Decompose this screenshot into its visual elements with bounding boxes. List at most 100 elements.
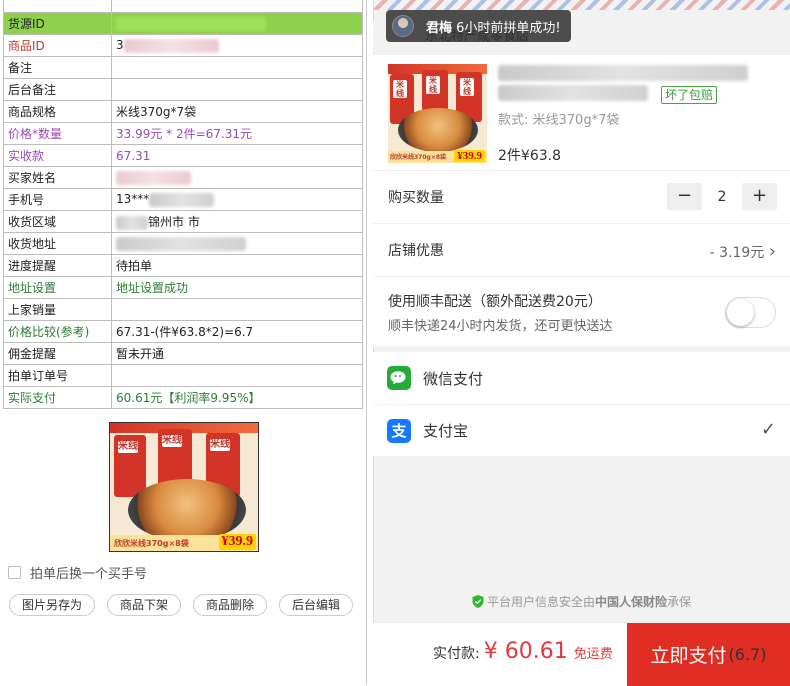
change-buyer-label: 拍单后换一个买手号 (30, 567, 148, 582)
row-key: 商品ID (3, 34, 112, 57)
panel-divider (366, 0, 373, 685)
row-key: 进度提醒 (3, 254, 112, 277)
change-buyer-checkbox[interactable] (8, 566, 21, 579)
shield-icon (472, 595, 484, 611)
table-row: 货源ID (3, 12, 363, 35)
table-row (3, 0, 363, 13)
row-value-text: 60.61元【利润率9.95%】 (116, 391, 261, 405)
guarantee-tag: 坏了包赔 (661, 86, 718, 104)
row-value (111, 298, 363, 321)
shop-discount-row[interactable]: 店铺优惠 - 3.19元 › (373, 223, 790, 276)
delist-product-button[interactable]: 商品下架 (107, 594, 182, 616)
insurer-name: 中国人保财险 (594, 595, 667, 609)
row-key: 地址设置 (3, 276, 112, 299)
shunfeng-row: 使用顺丰配送（额外配送费20元） 顺丰快递24小时内发货，还可更快送达 (373, 276, 790, 346)
group-buy-toast: 君梅 6小时前拼单成功! (386, 10, 571, 42)
alipay-icon: 支 (387, 418, 411, 443)
secure-suffix: 承保 (667, 595, 692, 609)
free-shipping: 免运费 (573, 647, 613, 662)
bag-label: 米线 (426, 76, 440, 94)
bag-label: 米线 (460, 78, 474, 96)
edit-backend-button[interactable]: 后台编辑 (279, 594, 354, 616)
table-row: 收货地址 (3, 232, 363, 255)
pay-now-button[interactable]: 立即支付 (6.7) (627, 623, 790, 686)
bag-label: 米线 (210, 439, 230, 451)
row-value (111, 166, 363, 189)
table-row: 备注 (3, 56, 363, 79)
row-key: 货源ID (3, 12, 112, 35)
security-note: 平台用户信息安全由中国人保财险承保 (373, 593, 790, 611)
pay-extra: (6.7) (728, 645, 767, 664)
row-value-text: 13*** (116, 192, 150, 207)
product-row: 米线 米线 米线 欣欣米线370g×8袋 ¥39.9 坏了包赔 款式: 米线37… (373, 55, 790, 170)
discount-label: 店铺优惠 (388, 243, 444, 259)
quantity-stepper: − 2 + (667, 183, 777, 210)
check-icon: ✓ (760, 419, 776, 440)
row-value-text: 米线370g*7袋 (116, 105, 197, 119)
row-key: 后台备注 (3, 78, 112, 101)
table-row: 拍单订单号 (3, 364, 363, 387)
row-value: 33.99元 * 2件=67.31元 (111, 122, 363, 145)
wechat-pay-option[interactable]: 微信支付 (373, 352, 790, 404)
table-row: 收货区域 锦州市 市 (3, 210, 363, 233)
pay-now-label: 立即支付 (650, 645, 727, 667)
image-price: ¥39.9 (218, 534, 256, 550)
product-title (498, 65, 768, 101)
checkout-bar: 实付款: ¥ 60.61 免运费 立即支付 (6.7) (373, 622, 790, 686)
total-summary: 实付款: ¥ 60.61 免运费 (433, 639, 613, 664)
table-row: 实际支付 60.61元【利润率9.95%】 (3, 386, 363, 409)
row-value: 暂未开通 (111, 342, 363, 365)
row-key: 实际支付 (3, 386, 112, 409)
product-qty-price: 2件¥63.8 (498, 148, 561, 164)
row-value-text: 67.31 (116, 148, 151, 163)
bag-label: 米线 (393, 80, 407, 98)
total-label: 实付款: (433, 646, 480, 662)
product-thumbnail[interactable]: 米线 米线 米线 欣欣米线370g×8袋 ¥39.9 (388, 64, 487, 163)
product-spec: 款式: 米线370g*7袋 (498, 113, 620, 128)
decrease-button[interactable]: − (667, 183, 702, 210)
row-value-text: 暂未开通 (116, 347, 165, 361)
bag-label: 米线 (118, 441, 138, 453)
product-image: 米线 米线 米线 欣欣米线370g×8袋 ¥39.9 (109, 422, 259, 552)
image-band-text: 欣欣米线370g×8袋 (114, 539, 189, 548)
alipay-option[interactable]: 支 支付宝 ✓ (373, 404, 790, 456)
alipay-label: 支付宝 (423, 422, 469, 440)
row-value (111, 364, 363, 387)
increase-button[interactable]: + (742, 183, 777, 210)
row-key: 商品规格 (3, 100, 112, 123)
row-key: 实收款 (3, 144, 112, 167)
delete-product-button[interactable]: 商品删除 (193, 594, 268, 616)
order-card: 米线 米线 米线 欣欣米线370g×8袋 ¥39.9 坏了包赔 款式: 米线37… (373, 55, 790, 346)
row-key: 手机号 (3, 188, 112, 211)
table-row: 进度提醒 待拍单 (3, 254, 363, 277)
change-buyer-option[interactable]: 拍单后换一个买手号 (8, 563, 147, 582)
image-price: ¥39.9 (454, 150, 485, 162)
save-image-button[interactable]: 图片另存为 (9, 594, 96, 616)
wechat-pay-icon (387, 366, 411, 390)
row-value: 67.31-(件¥63.8*2)=6.7 (111, 320, 363, 343)
envelope-stripe (374, 0, 790, 10)
wechat-pay-label: 微信支付 (423, 369, 484, 388)
chevron-right-icon: › (768, 241, 776, 262)
row-value-text: 锦州市 市 (148, 215, 200, 229)
quantity-row: 购买数量 − 2 + (373, 170, 790, 223)
row-key: 收货地址 (3, 232, 112, 255)
table-row: 商品规格 米线370g*7袋 (3, 100, 363, 123)
table-row: 手机号 13*** (3, 188, 363, 211)
row-value (111, 78, 363, 101)
row-key: 价格*数量 (3, 122, 112, 145)
table-row: 价格*数量 33.99元 * 2件=67.31元 (3, 122, 363, 145)
table-row: 上家销量 (3, 298, 363, 321)
quantity-label: 购买数量 (388, 190, 444, 206)
action-buttons: 图片另存为 商品下架 商品删除 后台编辑 (9, 594, 354, 616)
row-value: 待拍单 (111, 254, 363, 277)
row-value: 锦州市 市 (111, 210, 363, 233)
row-value: 米线370g*7袋 (111, 100, 363, 123)
row-key (3, 0, 112, 13)
row-key: 收货区域 (3, 210, 112, 233)
shunfeng-toggle[interactable] (725, 297, 776, 328)
row-value-text: 33.99元 * 2件=67.31元 (116, 127, 253, 141)
row-value (111, 232, 363, 255)
image-band-text: 欣欣米线370g×8袋 (390, 154, 447, 161)
row-value-text: 待拍单 (116, 259, 153, 273)
